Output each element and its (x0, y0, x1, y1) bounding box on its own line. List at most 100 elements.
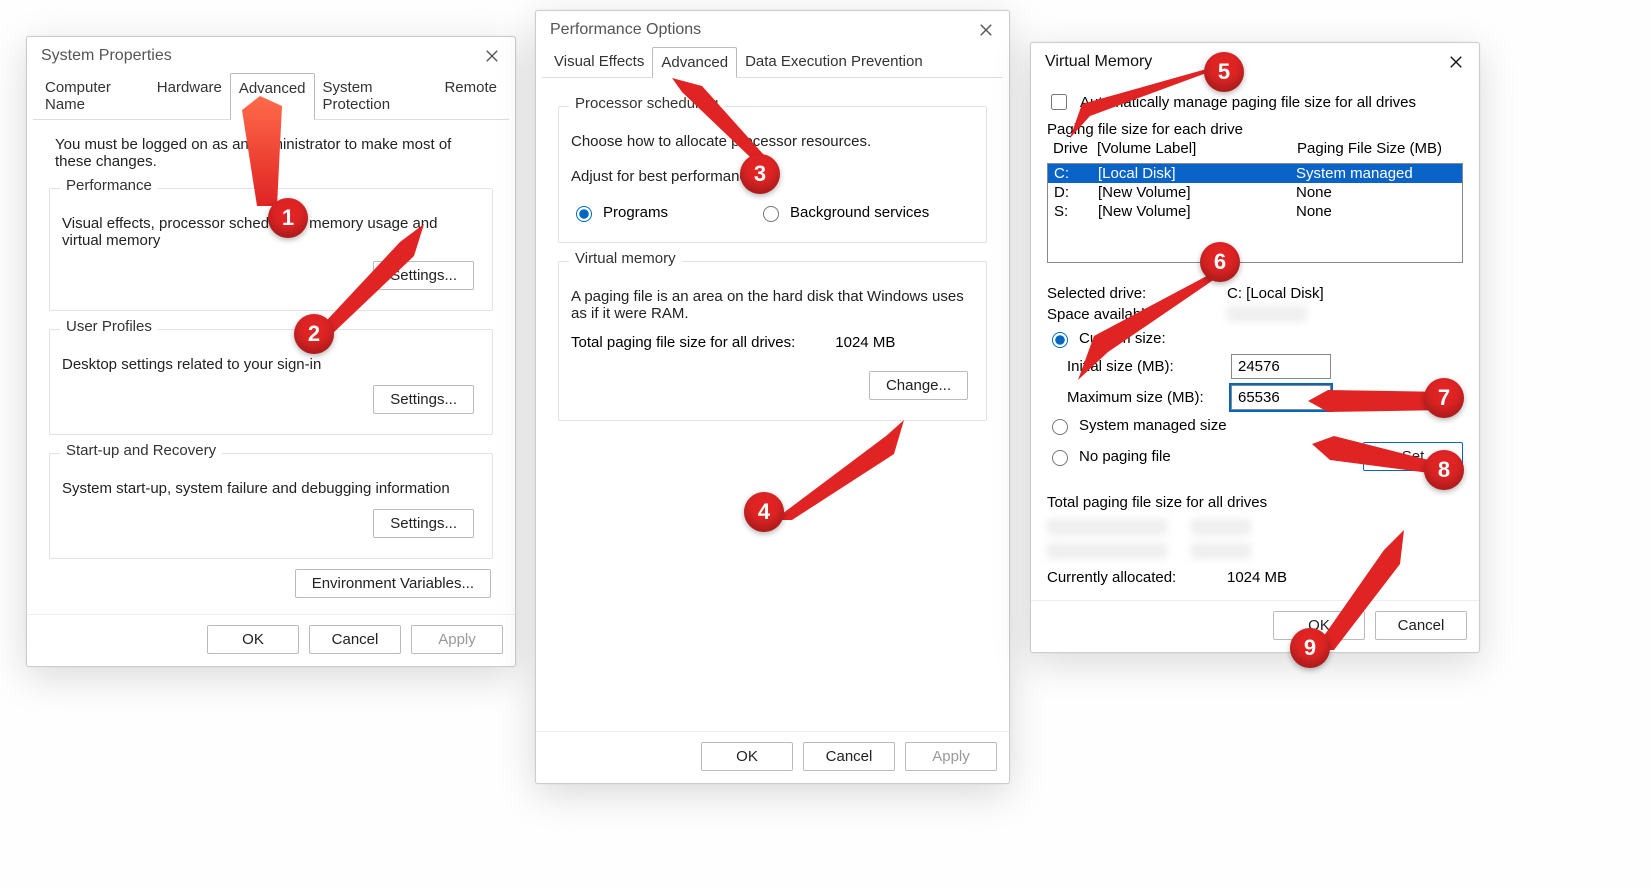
col-pfs: Paging File Size (MB) (1297, 140, 1457, 157)
drive-row[interactable]: D: [New Volume] None (1048, 183, 1462, 202)
group-startup-recovery: Start-up and Recovery System start-up, s… (49, 453, 493, 559)
drive-letter: D: (1054, 184, 1098, 201)
env-vars-row: Environment Variables... (45, 569, 491, 598)
drive-table[interactable]: C: [Local Disk] System managed D: [New V… (1047, 163, 1463, 263)
redacted-value (1191, 543, 1251, 559)
volume-label: [Local Disk] (1098, 165, 1296, 182)
annotation-3: 3 (740, 154, 780, 194)
radio-system-managed[interactable]: System managed size (1047, 416, 1463, 435)
button-bar: OK Cancel Apply (536, 731, 1009, 783)
button-bar: OK Cancel Apply (27, 614, 515, 666)
redacted-label (1047, 543, 1167, 559)
change-button[interactable]: Change... (869, 371, 968, 400)
group-title: Start-up and Recovery (60, 442, 222, 459)
annotation-1: 1 (268, 198, 308, 238)
tab-advanced[interactable]: Advanced (652, 47, 737, 78)
apply-button[interactable]: Apply (905, 742, 997, 771)
drive-row[interactable]: S: [New Volume] None (1048, 202, 1462, 221)
initial-size-input[interactable] (1231, 354, 1331, 379)
titlebar: Performance Options (536, 11, 1009, 47)
tab-remote[interactable]: Remote (436, 73, 505, 119)
group-desc: System start-up, system failure and debu… (62, 480, 480, 497)
annotation-arrow-1 (242, 96, 312, 206)
radio-custom-input[interactable] (1052, 332, 1068, 348)
annotation-5: 5 (1204, 52, 1244, 92)
tab-system-protection[interactable]: System Protection (315, 73, 437, 119)
ok-button[interactable]: OK (701, 742, 793, 771)
annotation-8: 8 (1424, 450, 1464, 490)
env-vars-button[interactable]: Environment Variables... (295, 569, 491, 598)
group-virtual-memory: Virtual memory A paging file is an area … (558, 261, 987, 421)
paging-size: None (1296, 184, 1456, 201)
annotation-9: 9 (1290, 628, 1330, 668)
radio-sysmgd-input[interactable] (1052, 419, 1068, 435)
radio-programs-input[interactable] (576, 206, 592, 222)
group-desc: Desktop settings related to your sign-in (62, 356, 480, 373)
redacted-value (1191, 519, 1251, 535)
annotation-arrow-2 (314, 224, 424, 334)
dialog-title: System Properties (41, 47, 172, 65)
tab-visual-effects[interactable]: Visual Effects (546, 47, 652, 77)
radio-programs-label: Programs (603, 204, 668, 221)
annotation-arrow-6 (1078, 270, 1228, 380)
auto-manage-checkbox[interactable] (1051, 94, 1067, 110)
max-label: Maximum size (MB): (1067, 389, 1219, 406)
titlebar: System Properties (27, 37, 515, 73)
dialog-title: Performance Options (550, 21, 701, 39)
annotation-6: 6 (1200, 242, 1240, 282)
col-drive: Drive (1053, 140, 1097, 157)
performance-options-dialog: Performance Options Visual Effects Advan… (535, 10, 1010, 784)
currently-value: 1024 MB (1227, 569, 1287, 586)
radio-background[interactable]: Background services (758, 203, 929, 222)
annotation-arrow-9 (1314, 530, 1414, 650)
paging-size: System managed (1296, 165, 1456, 182)
group-user-profiles: User Profiles Desktop settings related t… (49, 329, 493, 435)
profiles-settings-button[interactable]: Settings... (373, 385, 474, 414)
tab-computer-name[interactable]: Computer Name (37, 73, 149, 119)
close-icon[interactable] (977, 21, 995, 39)
cancel-button[interactable]: Cancel (803, 742, 895, 771)
total-value: 1024 MB (835, 334, 895, 351)
radio-background-label: Background services (790, 204, 929, 221)
total-paging-row: Total paging file size for all drives: 1… (571, 334, 974, 351)
apply-button[interactable]: Apply (411, 625, 503, 654)
radio-sysmgd-label: System managed size (1079, 417, 1227, 434)
volume-label: [New Volume] (1098, 203, 1296, 220)
drive-letter: S: (1054, 203, 1098, 220)
total-section-label: Total paging file size for all drives (1047, 494, 1463, 511)
ok-button[interactable]: OK (207, 625, 299, 654)
selected-drive-value: C: [Local Disk] (1227, 285, 1324, 302)
drive-table-header: Drive [Volume Label] Paging File Size (M… (1047, 138, 1463, 159)
radio-no-paging[interactable]: No paging file (1047, 447, 1171, 466)
radio-nopg-label: No paging file (1079, 448, 1171, 465)
startup-settings-button[interactable]: Settings... (373, 509, 474, 538)
group-title: Performance (60, 177, 158, 194)
radio-nopg-input[interactable] (1052, 450, 1068, 466)
annotation-arrow-5 (1070, 68, 1220, 138)
group-title: Virtual memory (569, 250, 682, 267)
volume-label: [New Volume] (1098, 184, 1296, 201)
tab-dep[interactable]: Data Execution Prevention (737, 47, 931, 77)
total-label: Total paging file size for all drives: (571, 334, 795, 351)
tabs: Visual Effects Advanced Data Execution P… (536, 47, 1009, 77)
tab-hardware[interactable]: Hardware (149, 73, 230, 119)
annotation-7: 7 (1424, 378, 1464, 418)
drive-row[interactable]: C: [Local Disk] System managed (1048, 164, 1462, 183)
close-icon[interactable] (483, 47, 501, 65)
space-value-redacted (1227, 306, 1307, 322)
annotation-4: 4 (744, 492, 784, 532)
redacted-label (1047, 519, 1167, 535)
annotation-2: 2 (294, 314, 334, 354)
group-desc: A paging file is an area on the hard dis… (571, 288, 974, 322)
radio-background-input[interactable] (763, 206, 779, 222)
close-icon[interactable] (1447, 53, 1465, 71)
col-vol: [Volume Label] (1097, 140, 1297, 157)
currently-label: Currently allocated: (1047, 569, 1187, 586)
group-desc: Choose how to allocate processor resourc… (571, 133, 974, 150)
annotation-arrow-4 (774, 420, 904, 520)
group-title: User Profiles (60, 318, 158, 335)
paging-size: None (1296, 203, 1456, 220)
cancel-button[interactable]: Cancel (309, 625, 401, 654)
drive-letter: C: (1054, 165, 1098, 182)
radio-programs[interactable]: Programs (571, 203, 668, 222)
